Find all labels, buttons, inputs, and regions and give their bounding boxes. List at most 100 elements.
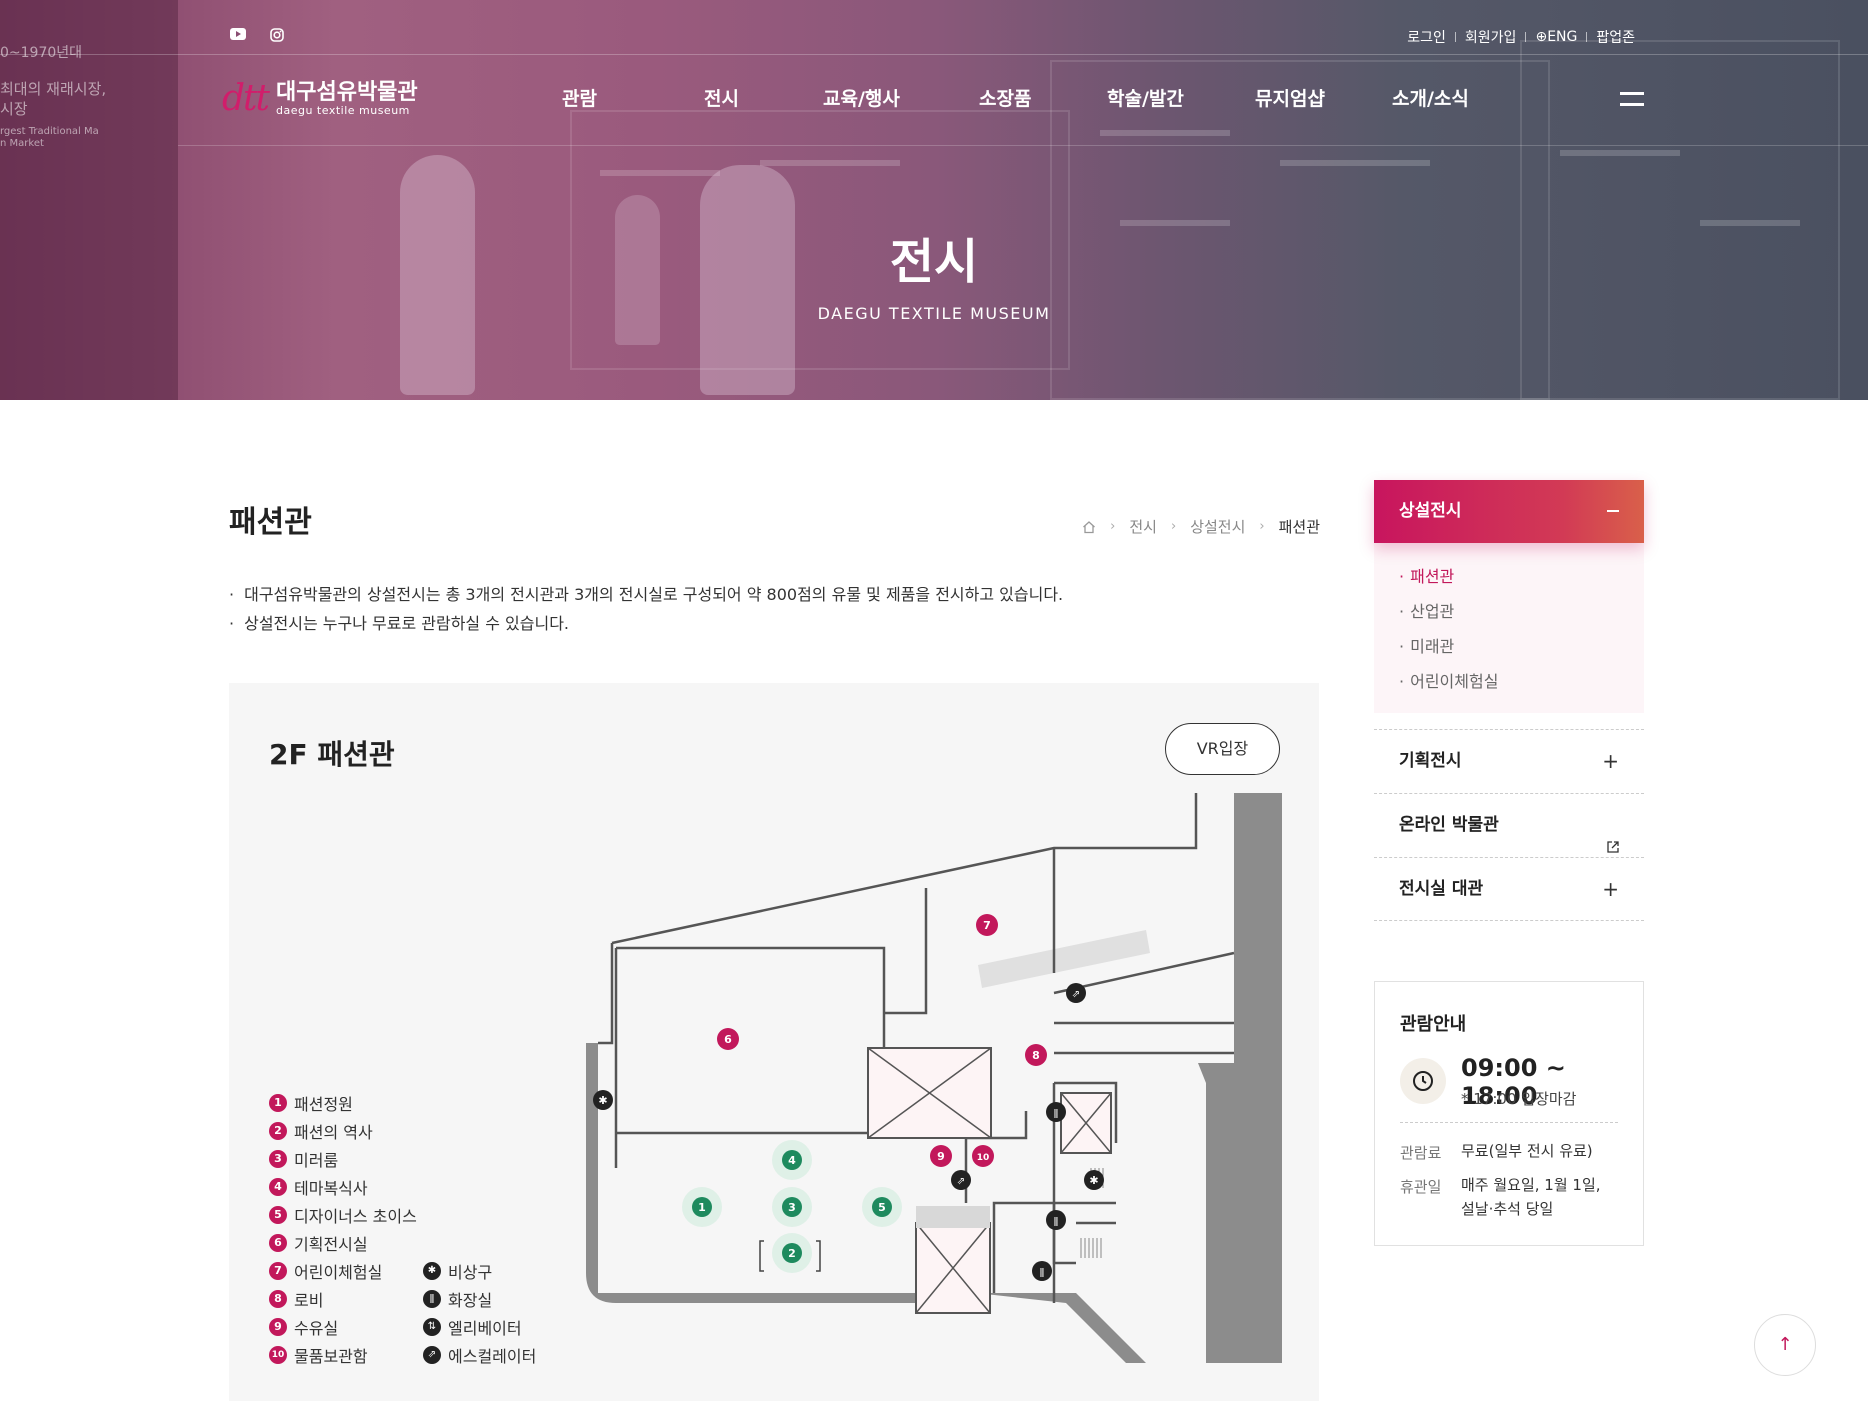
hero-title: 전시 (889, 234, 979, 290)
restroom-icon: ǁ (1046, 1210, 1066, 1230)
chevron-right-icon: › (1170, 519, 1177, 534)
marker-green[interactable]: 4 (772, 1140, 812, 1180)
svg-text:ǁ: ǁ (1054, 1216, 1059, 1227)
vr-enter-button[interactable]: VR입장 (1165, 723, 1280, 775)
signup-link[interactable]: 회원가입 (1456, 27, 1526, 47)
plus-icon: + (1602, 749, 1619, 773)
legend-label: 디자이너스 초이스 (294, 1207, 417, 1226)
page-title: 패션관 (229, 505, 312, 540)
nav-collection[interactable]: 소장품 (979, 84, 1031, 111)
globe-icon: ⊕ (1535, 29, 1548, 45)
legend-number: 4 (269, 1178, 287, 1196)
menu-icon[interactable] (1620, 92, 1644, 106)
marker-pink[interactable]: 7 (976, 914, 998, 936)
side-nav-item-rental[interactable]: 전시실 대관 + (1374, 857, 1644, 921)
marker-green[interactable]: 5 (862, 1187, 902, 1227)
home-icon[interactable] (1082, 520, 1096, 534)
bg-panel-text: n Market (0, 138, 44, 149)
side-nav-sub-item[interactable]: 어린이체험실 (1399, 664, 1619, 699)
chevron-right-icon: › (1259, 519, 1265, 534)
nav-visit[interactable]: 관람 (562, 84, 597, 111)
intro-item: 상설전시는 누구나 무료로 관람하실 수 있습니다. (229, 609, 1063, 638)
bg-fabric (600, 170, 720, 176)
elevator-icon: ⇅ (423, 1318, 441, 1336)
legend-number: 8 (269, 1290, 287, 1308)
legend-label: 에스컬레이터 (448, 1347, 537, 1366)
marker-pink[interactable]: 6 (717, 1028, 739, 1050)
svg-text:10: 10 (977, 1153, 990, 1163)
chevron-right-icon: › (1110, 519, 1116, 534)
side-nav-item-online-museum[interactable]: 온라인 박물관 (1374, 793, 1644, 857)
side-nav-active-group[interactable]: 상설전시 (1374, 480, 1644, 543)
side-nav: 상설전시 패션관 산업관 미래관 어린이체험실 기획전시 + 온라인 박물관 전… (1374, 480, 1644, 921)
legend-item: 3 미러룸 (269, 1147, 338, 1171)
breadcrumb: › 전시 › 상설전시 › 패션관 (1082, 516, 1320, 537)
marker-pink[interactable]: 9 (930, 1145, 952, 1167)
instagram-icon[interactable] (268, 28, 286, 42)
nav-research[interactable]: 학술/발간 (1107, 84, 1184, 111)
side-nav-item-special-exhibition[interactable]: 기획전시 + (1374, 729, 1644, 793)
intro-item: 대구섬유박물관의 상설전시는 총 3개의 전시관과 3개의 전시실로 구성되어 … (229, 580, 1063, 609)
bg-panel-text: 0~1970년대 (0, 45, 83, 61)
nav-about[interactable]: 소개/소식 (1392, 84, 1469, 111)
legend-number: 7 (269, 1262, 287, 1280)
breadcrumb-item[interactable]: 전시 (1129, 516, 1157, 537)
svg-text:5: 5 (878, 1201, 886, 1214)
closed-label: 휴관일 (1400, 1178, 1442, 1196)
header-divider (0, 54, 1868, 55)
side-nav-sub-item[interactable]: 산업관 (1399, 594, 1619, 629)
scroll-top-button[interactable]: ↑ (1754, 1314, 1816, 1376)
visit-info-box: 관람안내 09:00 ~ 18:00 * 17:00 입장마감 관람료 무료(일… (1374, 981, 1644, 1246)
svg-text:✱: ✱ (1089, 1174, 1098, 1187)
popup-zone-link[interactable]: 팝업존 (1587, 27, 1644, 47)
svg-text:7: 7 (983, 919, 991, 932)
nav-exhibition[interactable]: 전시 (704, 84, 739, 111)
marker-green[interactable]: 1 (682, 1187, 722, 1227)
legend-item: 10 물품보관함 (269, 1343, 368, 1367)
marker-pink[interactable]: 8 (1025, 1044, 1047, 1066)
legend-label: 로비 (294, 1291, 324, 1310)
legend-number: 5 (269, 1206, 287, 1224)
bg-panel-text: 최대의 재래시장, (0, 80, 107, 98)
escalator-icon: ⇗ (951, 1170, 971, 1190)
restroom-icon: ǁ (1046, 1102, 1066, 1122)
nav-education[interactable]: 교육/행사 (823, 84, 900, 111)
language-label: ENG (1547, 29, 1578, 45)
legend-number: 9 (269, 1318, 287, 1336)
site-logo[interactable]: dtt 대구섬유박물관 daegu textile museum (222, 78, 418, 119)
marker-green[interactable]: 3 (772, 1187, 812, 1227)
fee-value: 무료(일부 전시 유료) (1461, 1142, 1593, 1160)
floor-map-title: 2F 패션관 (269, 738, 395, 771)
hero-banner: 0~1970년대 최대의 재래시장, 시장 rgest Traditional … (0, 0, 1868, 400)
legend-facility: ǁ 화장실 (423, 1287, 492, 1311)
youtube-icon[interactable] (229, 28, 247, 42)
marker-pink[interactable]: 10 (972, 1145, 994, 1167)
logo-mark: dtt (222, 78, 270, 119)
restroom-icon: ǁ (1032, 1261, 1052, 1281)
legend-facility: ⇅ 엘리베이터 (423, 1315, 522, 1339)
closed-value: 매주 월요일, 1월 1일, (1461, 1176, 1601, 1194)
closed-value: 설날·추석 당일 (1461, 1200, 1554, 1218)
marker-green[interactable]: 2 (772, 1233, 812, 1273)
legend-number: 2 (269, 1122, 287, 1140)
hero-subtitle: DAEGU TEXTILE MUSEUM (817, 304, 1051, 323)
emergency-exit-icon: ✱ (423, 1262, 441, 1280)
legend-item: 4 테마복식사 (269, 1175, 368, 1199)
login-link[interactable]: 로그인 (1398, 27, 1455, 47)
language-link[interactable]: ⊕ENG (1526, 29, 1586, 45)
legend-item: 7 어린이체험실 (269, 1259, 382, 1283)
side-nav-sub-item[interactable]: 미래관 (1399, 629, 1619, 664)
legend-label: 물품보관함 (294, 1347, 368, 1366)
legend-item: 8 로비 (269, 1287, 323, 1311)
nav-museum-shop[interactable]: 뮤지엄샵 (1255, 84, 1325, 111)
svg-text:9: 9 (937, 1150, 945, 1163)
emergency-exit-icon: ✱ (593, 1090, 613, 1110)
bg-panel-text: 시장 (0, 100, 28, 118)
side-nav-item-label: 전시실 대관 (1399, 879, 1484, 899)
side-nav-sub-item[interactable]: 패션관 (1399, 559, 1619, 594)
emergency-exit-icon: ✱ (1084, 1170, 1104, 1190)
breadcrumb-item[interactable]: 상설전시 (1190, 516, 1245, 537)
svg-text:1: 1 (698, 1201, 706, 1214)
floor-plan: 1 2 3 4 5 6 7 8 9 10 ✱ ⇗ ⇗ ǁ ✱ ǁ ǁ (586, 793, 1282, 1363)
svg-text:ǁ: ǁ (1040, 1267, 1045, 1278)
